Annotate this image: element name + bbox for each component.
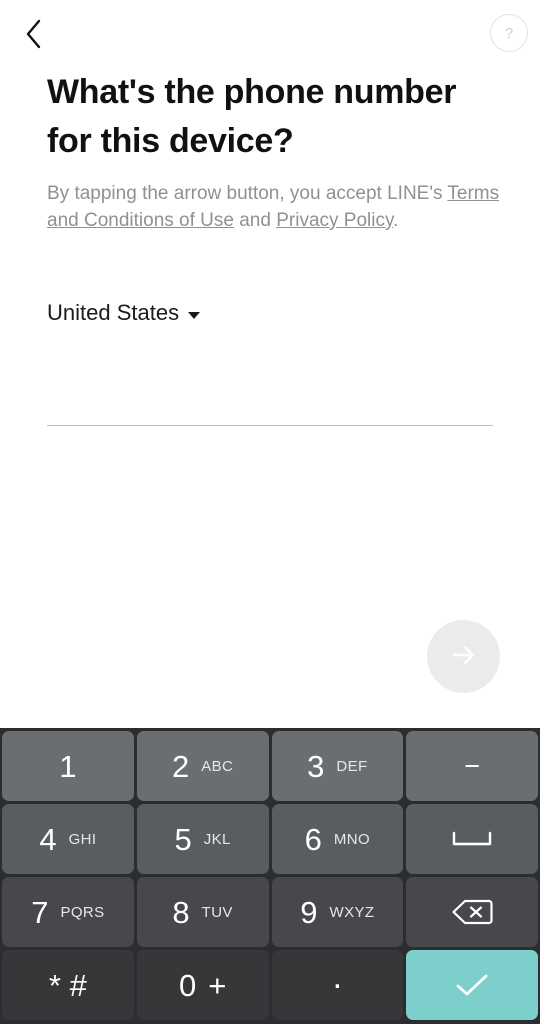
top-bar: ?: [0, 0, 540, 66]
key-7[interactable]: 7 PQRS: [2, 877, 134, 947]
key-2-letters: ABC: [201, 757, 234, 775]
key-9[interactable]: 9 WXYZ: [271, 877, 404, 947]
key-backspace[interactable]: [406, 877, 538, 947]
backspace-icon: [450, 896, 494, 928]
key-8[interactable]: 8 TUV: [136, 877, 269, 947]
phone-number-input[interactable]: [47, 392, 493, 426]
question-mark-icon: ?: [504, 24, 514, 42]
key-7-letters: PQRS: [60, 903, 105, 921]
key-dash[interactable]: −: [406, 731, 538, 801]
chevron-left-icon: [24, 18, 44, 50]
key-4[interactable]: 4 GHI: [2, 804, 134, 874]
key-period-label: .: [332, 958, 343, 996]
legal-conjunction: and: [233, 210, 277, 231]
phone-registration-screen: ? What's the phone number for this devic…: [0, 0, 540, 1024]
key-4-digit: 4: [39, 821, 57, 857]
key-6[interactable]: 6 MNO: [271, 804, 404, 874]
dash-icon: −: [464, 750, 481, 781]
key-3[interactable]: 3 DEF: [271, 731, 404, 801]
keypad-row-1: 1 2 ABC 3 DEF −: [2, 731, 538, 801]
key-9-digit: 9: [300, 894, 318, 930]
key-enter[interactable]: [406, 950, 538, 1020]
key-0-digit: 0: [178, 967, 197, 1003]
key-3-letters: DEF: [336, 757, 368, 775]
legal-text: By tapping the arrow button, you accept …: [47, 180, 502, 234]
key-4-letters: GHI: [68, 830, 97, 848]
caret-down-icon: [188, 311, 201, 319]
key-star-hash[interactable]: * #: [2, 950, 134, 1020]
country-selector[interactable]: United States: [47, 300, 201, 326]
key-2-digit: 2: [171, 748, 190, 784]
key-5-digit: 5: [174, 821, 192, 857]
key-2[interactable]: 2 ABC: [136, 731, 269, 801]
space-bar-icon: [451, 829, 493, 849]
key-1[interactable]: 1: [2, 731, 134, 801]
key-0[interactable]: 0 +: [136, 950, 269, 1020]
key-8-letters: TUV: [201, 903, 233, 921]
key-star-hash-label: * #: [48, 967, 87, 1003]
help-button[interactable]: ?: [490, 14, 528, 52]
key-6-letters: MNO: [333, 830, 371, 848]
key-8-digit: 8: [172, 894, 190, 930]
keypad-row-2: 4 GHI 5 JKL 6 MNO: [2, 804, 538, 874]
key-period[interactable]: .: [271, 950, 404, 1020]
privacy-policy-link[interactable]: Privacy Policy: [276, 210, 393, 231]
submit-arrow-button[interactable]: [427, 620, 500, 693]
key-1-digit: 1: [59, 748, 77, 784]
numeric-keypad: 1 2 ABC 3 DEF − 4 GHI 5 JKL 6 MNO 7 PQRS…: [0, 728, 540, 1024]
page-title: What's the phone number for this device?: [47, 73, 457, 160]
checkmark-icon: [454, 971, 490, 999]
key-plus-symbol: +: [208, 967, 227, 1003]
key-9-letters: WXYZ: [329, 903, 375, 921]
legal-suffix: .: [393, 210, 399, 231]
country-selector-label: United States: [47, 300, 180, 325]
key-space[interactable]: [406, 804, 538, 874]
key-3-digit: 3: [307, 748, 325, 784]
key-6-digit: 6: [304, 821, 322, 857]
key-5-letters: JKL: [203, 830, 231, 848]
key-5[interactable]: 5 JKL: [136, 804, 269, 874]
keypad-row-4: * # 0 + .: [2, 950, 538, 1020]
legal-prefix: By tapping the arrow button, you accept …: [47, 183, 448, 204]
arrow-right-icon: [449, 640, 479, 673]
keypad-row-3: 7 PQRS 8 TUV 9 WXYZ: [2, 877, 538, 947]
key-7-digit: 7: [31, 894, 49, 930]
back-button[interactable]: [8, 8, 60, 60]
